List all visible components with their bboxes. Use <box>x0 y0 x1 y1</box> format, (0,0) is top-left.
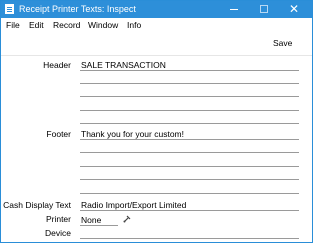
cash-display-label: Cash Display Text <box>3 200 71 210</box>
footer-label: Footer <box>46 129 71 139</box>
printer-value[interactable]: None <box>81 215 101 225</box>
window-title: Receipt Printer Texts: Inspect <box>19 4 136 14</box>
footer-line-1-value[interactable]: Thank you for your custom! <box>81 129 184 139</box>
maximize-icon <box>260 5 268 13</box>
printer-field-line[interactable] <box>80 225 118 226</box>
menu-bar: File Edit Record Window Info <box>1 18 312 33</box>
header-line-5[interactable] <box>80 123 299 124</box>
header-label: Header <box>43 60 71 70</box>
printer-label: Printer <box>45 214 71 224</box>
app-window: Receipt Printer Texts: Inspect ✕ File Ed… <box>0 0 313 243</box>
menu-window[interactable]: Window <box>88 20 118 30</box>
menu-record[interactable]: Record <box>53 20 80 30</box>
close-button[interactable]: ✕ <box>279 1 309 18</box>
minimize-icon <box>230 9 238 10</box>
header-line-4[interactable] <box>80 110 299 111</box>
save-button[interactable]: Save <box>273 38 292 48</box>
footer-line-5[interactable] <box>80 193 299 194</box>
cash-display-value[interactable]: Radio Import/Export Limited <box>81 200 186 210</box>
close-icon: ✕ <box>289 2 300 16</box>
toolbar-divider <box>1 55 312 56</box>
header-line-3[interactable] <box>80 96 299 97</box>
app-icon <box>5 4 14 14</box>
minimize-button[interactable] <box>219 1 249 18</box>
device-label: Device <box>45 228 71 238</box>
footer-line-4[interactable] <box>80 179 299 180</box>
footer-line-2[interactable] <box>80 152 299 153</box>
footer-line-3[interactable] <box>80 166 299 167</box>
header-line-2[interactable] <box>80 83 299 84</box>
maximize-button[interactable] <box>249 1 279 18</box>
footer-line-1[interactable] <box>80 139 299 140</box>
toolbar: Save <box>1 33 312 55</box>
menu-edit[interactable]: Edit <box>29 20 44 30</box>
menu-info[interactable]: Info <box>127 20 141 30</box>
header-line-1[interactable] <box>80 70 299 71</box>
cash-display-line[interactable] <box>80 210 299 211</box>
header-line-1-value[interactable]: SALE TRANSACTION <box>81 60 166 70</box>
paste-icon[interactable] <box>123 215 131 223</box>
title-bar[interactable]: Receipt Printer Texts: Inspect ✕ <box>1 1 312 18</box>
device-line[interactable] <box>80 238 299 239</box>
menu-file[interactable]: File <box>6 20 20 30</box>
